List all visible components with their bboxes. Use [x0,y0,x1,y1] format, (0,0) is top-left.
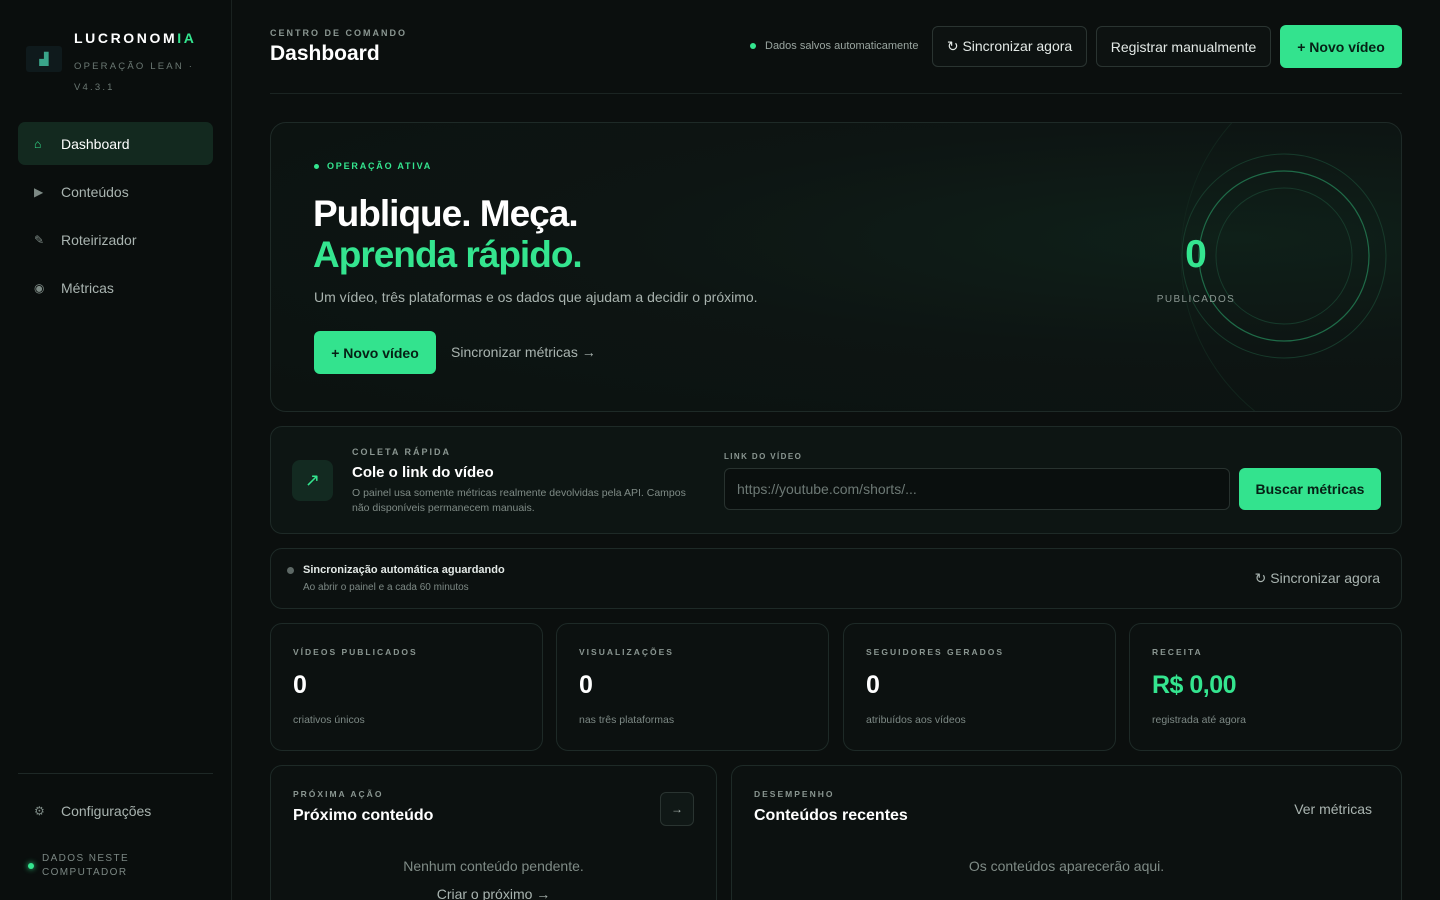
main-content: CENTRO DE COMANDO Dashboard Dados salvos… [232,0,1440,900]
panel-title: Próximo conteúdo [293,807,434,824]
stat-value: 0 [866,671,880,699]
hero-card: OPERAÇÃO ATIVA Publique. Meça. Aprenda r… [270,122,1402,412]
stat-subtitle: atribuídos aos vídeos [866,714,966,726]
stat-label: VISUALIZAÇÕES [579,647,674,657]
sidebar-item-roteirizador[interactable]: ✎ Roteirizador [18,218,213,261]
sync-status-subtitle: Ao abrir o painel e a cada 60 minutos [303,582,469,593]
stat-card-revenue: RECEITA R$ 0,00 registrada até agora [1129,623,1402,751]
performance-panel: DESEMPENHO Conteúdos recentes Ver métric… [731,765,1402,900]
stat-card-followers: SEGUIDORES GERADOS 0 atribuídos aos víde… [843,623,1116,751]
hero-new-video-button[interactable]: + Novo vídeo [314,331,436,374]
hero-description: Um vídeo, três plataformas e os dados qu… [314,289,758,305]
autosave-status: Dados salvos automaticamente [750,40,918,52]
sidebar-item-label: Roteirizador [61,231,137,248]
page-title: Dashboard [270,42,380,65]
empty-state-text: Nenhum conteúdo pendente. [403,858,584,874]
sidebar-item-label: Configurações [61,802,152,819]
new-video-button[interactable]: + Novo vídeo [1280,25,1402,68]
video-link-label: LINK DO VÍDEO [724,452,803,461]
sync-now-link[interactable]: ↻ Sincronizar agora [1255,570,1380,587]
metrics-icon: ◉ [34,280,45,295]
sidebar: ▟ LUCRONOMIA OPERAÇÃO LEAN · V4.3.1 ⌂ Da… [0,0,232,900]
arrow-right-icon[interactable]: → [660,792,694,826]
sidebar-item-label: Conteúdos [61,183,129,200]
panel-title: Conteúdos recentes [754,807,908,824]
sidebar-divider [18,773,213,774]
sidebar-settings: ⚙ Configurações [18,789,213,837]
header: CENTRO DE COMANDO Dashboard Dados salvos… [270,24,1402,94]
stat-label: RECEITA [1152,647,1203,657]
status-dot [314,163,319,169]
stat-value: R$ 0,00 [1152,671,1237,699]
brand-version: OPERAÇÃO LEAN · V4.3.1 [74,61,195,93]
sync-metrics-link[interactable]: Sincronizar métricas → [451,344,596,360]
sidebar-item-configuracoes[interactable]: ⚙ Configurações [18,789,213,832]
hero-tag-label: OPERAÇÃO ATIVA [327,161,433,171]
sidebar-item-label: Métricas [61,279,114,296]
gear-icon: ⚙ [34,803,45,818]
quick-collect-card: ↗ COLETA RÁPIDA Cole o link do vídeo O p… [270,426,1402,534]
brand-name: LUCRONOMIA [74,30,197,46]
status-dot [287,567,294,574]
hero-title-line1: Publique. Meça. [313,193,579,234]
autosave-label: Dados salvos automaticamente [765,40,919,52]
published-label: PUBLICADOS [1156,294,1236,305]
sidebar-item-label: Dashboard [61,135,130,152]
stat-card-videos: VÍDEOS PUBLICADOS 0 criativos únicos [270,623,543,751]
stat-label: VÍDEOS PUBLICADOS [293,647,418,657]
stat-value: 0 [293,671,307,699]
stat-subtitle: nas três plataformas [579,714,675,726]
stat-value: 0 [579,671,593,699]
pencil-icon: ✎ [34,232,45,247]
sync-status-title: Sincronização automática aguardando [303,564,505,576]
fetch-metrics-button[interactable]: Buscar métricas [1239,468,1381,510]
manual-register-button[interactable]: Registrar manualmente [1096,26,1271,67]
sidebar-nav: ⌂ Dashboard ▶ Conteúdos ✎ Roteirizador ◉… [18,122,213,314]
stat-subtitle: criativos únicos [293,714,365,726]
sidebar-item-metricas[interactable]: ◉ Métricas [18,266,213,309]
sidebar-item-conteudos[interactable]: ▶ Conteúdos [18,170,213,213]
stat-label: SEGUIDORES GERADOS [866,647,1005,657]
published-rings [1180,123,1387,411]
quick-collect-description: O painel usa somente métricas realmente … [352,487,686,514]
brand[interactable]: ▟ LUCRONOMIA OPERAÇÃO LEAN · V4.3.1 [26,28,216,94]
hero-title: Publique. Meça. Aprenda rápido. [313,193,583,275]
panel-eyebrow: DESEMPENHO [754,789,835,799]
video-link-input[interactable] [724,468,1230,510]
header-eyebrow: CENTRO DE COMANDO [270,28,407,38]
view-metrics-link[interactable]: Ver métricas [1294,801,1372,817]
published-count: 0 [1185,233,1207,276]
sidebar-item-dashboard[interactable]: ⌂ Dashboard [18,122,213,165]
stat-subtitle: registrada até agora [1152,714,1246,726]
sync-status-card: Sincronização automática aguardando Ao a… [270,548,1402,609]
play-icon: ▶ [34,184,44,199]
quick-collect-title: Cole o link do vídeo [352,464,494,481]
local-data-indicator: DADOS NESTE COMPUTADOR [28,852,218,880]
create-next-link[interactable]: Criar o próximo → [271,886,716,900]
empty-state-text: Os conteúdos aparecerão aqui. [968,858,1165,874]
home-icon: ⌂ [34,136,42,151]
next-action-panel: PRÓXIMA AÇÃO Próximo conteúdo → Nenhum c… [270,765,717,900]
quick-collect-eyebrow: COLETA RÁPIDA [352,447,451,457]
status-dot [750,43,756,49]
status-dot [28,863,34,869]
stat-card-views: VISUALIZAÇÕES 0 nas três plataformas [556,623,829,751]
chart-icon: ▟ [26,46,62,72]
arrow-up-right-icon: ↗ [292,460,333,501]
hero-status-tag: OPERAÇÃO ATIVA [314,161,432,171]
local-data-label: DADOS NESTE COMPUTADOR [41,853,130,878]
sync-now-button[interactable]: ↻ Sincronizar agora [932,26,1087,67]
hero-title-line2: Aprenda rápido. [313,234,583,275]
panel-eyebrow: PRÓXIMA AÇÃO [293,789,384,799]
